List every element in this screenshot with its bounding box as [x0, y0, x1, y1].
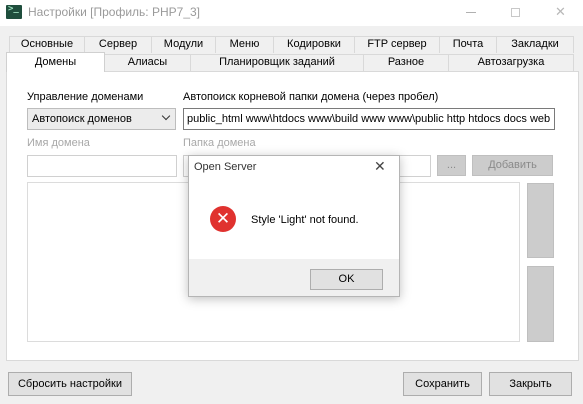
save-button[interactable]: Сохранить [403, 372, 482, 396]
domain-mode-value: Автопоиск доменов [32, 113, 132, 125]
tab-ftp-server[interactable]: FTP сервер [354, 36, 440, 53]
close-settings-button[interactable]: Закрыть [489, 372, 572, 396]
close-icon: ✕ [555, 4, 566, 19]
reset-settings-button[interactable]: Сбросить настройки [8, 372, 132, 396]
domain-mode-label: Управление доменами [27, 91, 144, 103]
tab-misc[interactable]: Разное [363, 54, 449, 71]
tab-scheduler[interactable]: Планировщик заданий [190, 54, 364, 71]
domain-name-label: Имя домена [27, 137, 90, 149]
tab-osnovnye[interactable]: Основные [9, 36, 85, 53]
minimize-button[interactable] [448, 0, 493, 26]
move-down-button[interactable] [527, 266, 554, 342]
domain-name-input[interactable] [27, 155, 177, 177]
minimize-icon [465, 11, 476, 13]
dialog-message: Style 'Light' not found. [251, 214, 359, 226]
tab-aliases[interactable]: Алиасы [104, 54, 191, 71]
ok-button[interactable]: OK [310, 269, 383, 290]
tab-encodings[interactable]: Кодировки [273, 36, 355, 53]
move-up-button[interactable] [527, 183, 554, 258]
autosearch-label: Автопоиск корневой папки домена (через п… [183, 91, 439, 103]
dialog-title: Open Server [194, 161, 257, 173]
add-domain-button[interactable]: Добавить [472, 155, 553, 176]
tab-domains[interactable]: Домены [6, 52, 105, 72]
domain-folder-label: Папка домена [183, 137, 256, 149]
app-icon [6, 4, 22, 19]
error-dialog: Open Server ✕ ✕ Style 'Light' not found.… [188, 155, 400, 297]
tab-autostart[interactable]: Автозагрузка [448, 54, 574, 71]
tab-bookmarks[interactable]: Закладки [496, 36, 574, 53]
browse-button[interactable]: ... [437, 155, 466, 176]
window-title: Настройки [Профиль: PHP7_3] [28, 5, 201, 19]
chevron-down-icon [161, 111, 171, 121]
title-bar: Настройки [Профиль: PHP7_3] ✕ [0, 0, 583, 26]
dialog-close-icon[interactable]: ✕ [374, 158, 386, 175]
tab-modules[interactable]: Модули [151, 36, 216, 53]
domain-mode-select[interactable]: Автопоиск доменов [27, 108, 176, 130]
tab-server[interactable]: Сервер [84, 36, 152, 53]
error-icon: ✕ [210, 206, 236, 232]
close-button[interactable]: ✕ [538, 0, 583, 26]
maximize-button[interactable] [493, 0, 538, 26]
autosearch-input[interactable]: public_html www\htdocs www\build www www… [183, 108, 555, 130]
maximize-icon [511, 7, 520, 17]
tab-menu[interactable]: Меню [215, 36, 274, 53]
tab-mail[interactable]: Почта [439, 36, 497, 53]
